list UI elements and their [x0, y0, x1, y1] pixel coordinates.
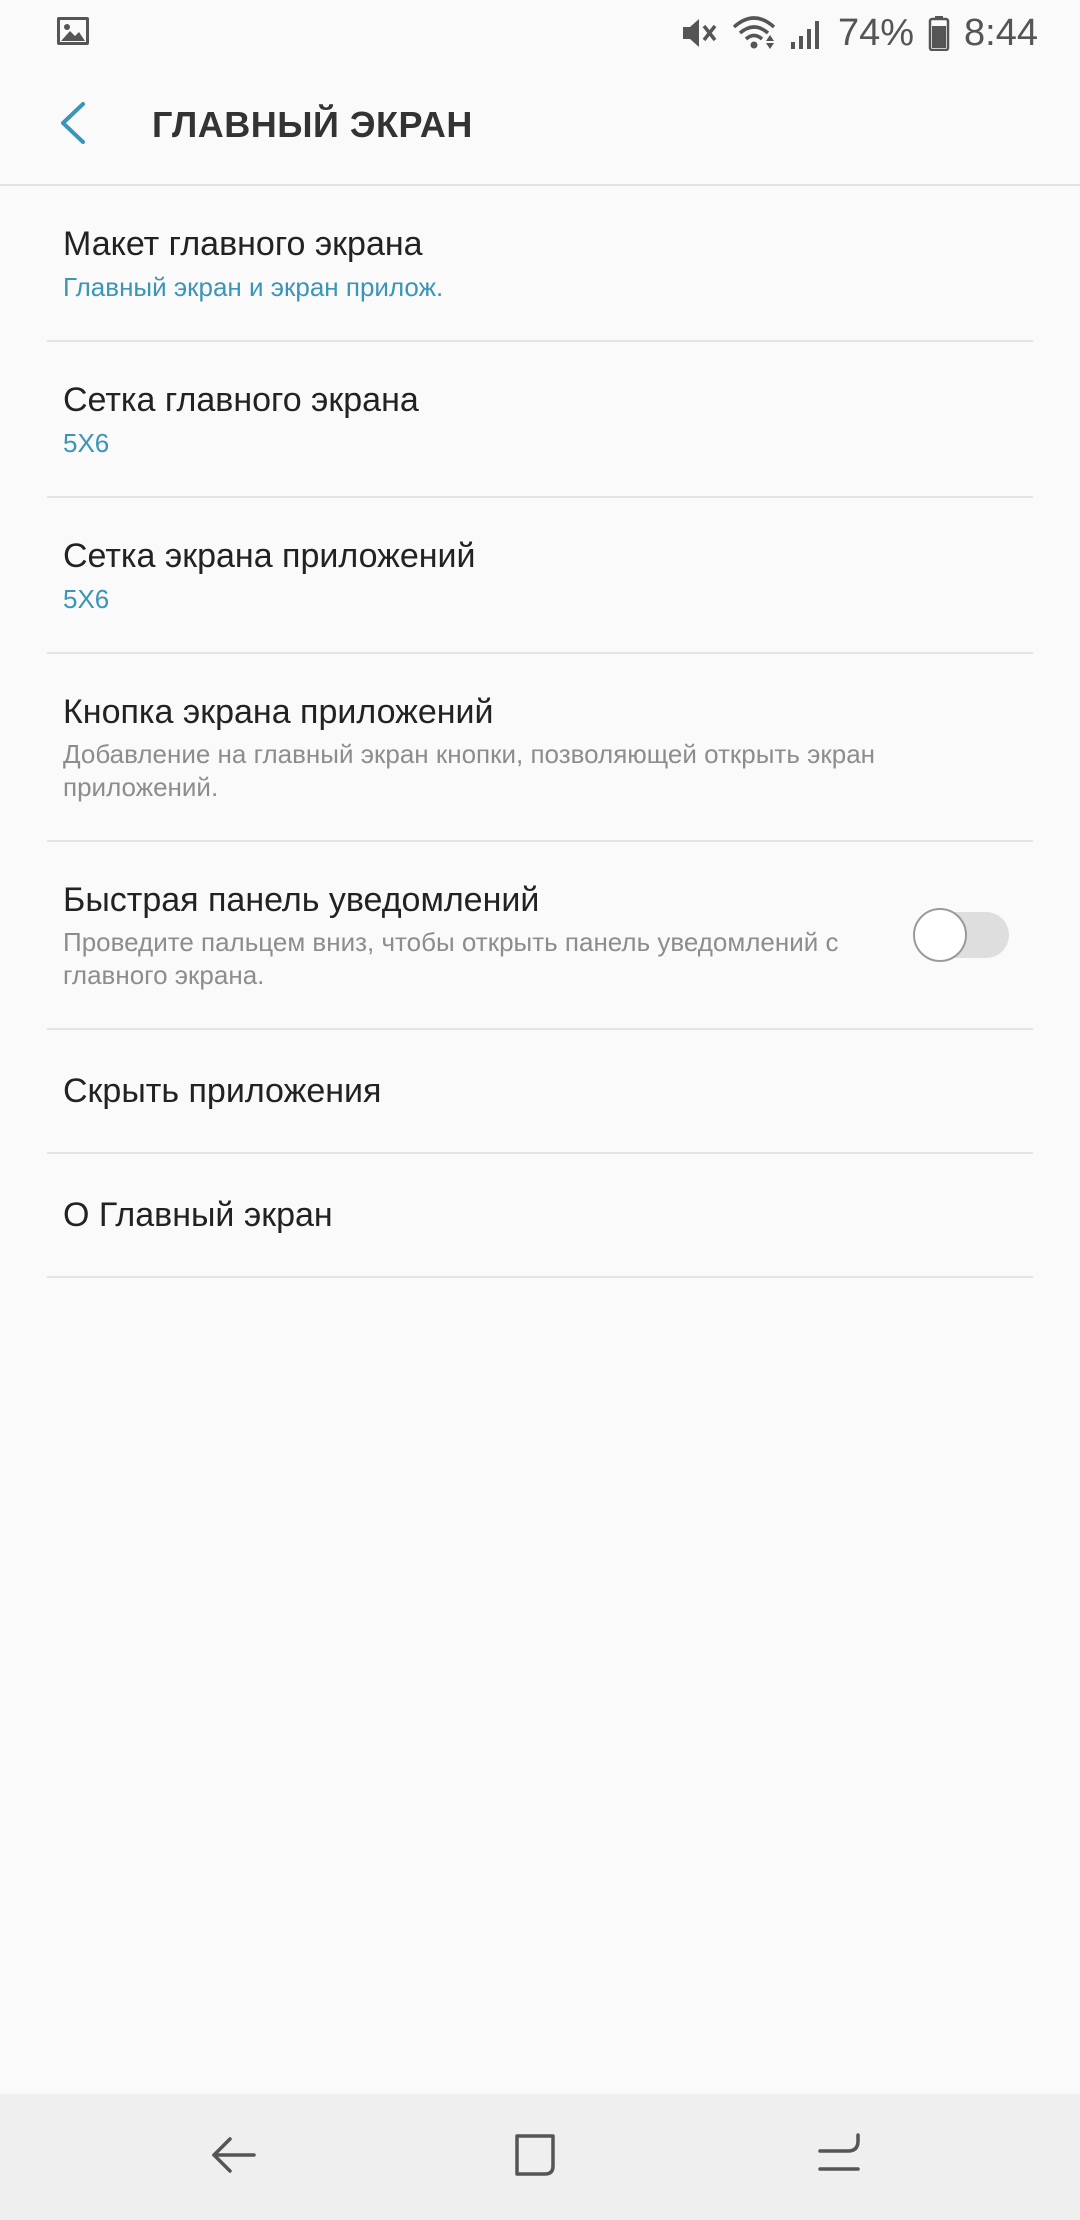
setting-description: Добавление на главный экран кнопки, позв… — [63, 739, 876, 802]
setting-title: Сетка экрана приложений — [63, 537, 476, 575]
battery-icon — [928, 15, 950, 51]
setting-home-screen-layout[interactable]: Макет главного экрана Главный экран и эк… — [47, 186, 1033, 342]
nav-home-icon — [513, 2132, 559, 2183]
battery-percent: 74% — [837, 11, 915, 54]
wifi-icon — [732, 15, 776, 51]
setting-value: 5X6 — [63, 428, 110, 458]
setting-title: Макет главного экрана — [63, 225, 423, 263]
setting-title: Быстрая панель уведомлений — [63, 881, 540, 919]
status-bar: 74% 8:44 — [0, 0, 1080, 66]
clock: 8:44 — [964, 11, 1038, 54]
gallery-notification-icon — [56, 16, 90, 51]
page-title: ГЛАВНЫЙ ЭКРАН — [152, 104, 473, 145]
navigation-bar — [0, 2094, 1080, 2220]
setting-value: 5X6 — [63, 584, 110, 614]
setting-about-home-screen[interactable]: О Главный экран — [47, 1154, 1033, 1278]
setting-value: Главный экран и экран прилож. — [63, 272, 444, 302]
nav-recents-icon — [816, 2132, 862, 2182]
mute-icon — [680, 15, 718, 51]
app-bar: ГЛАВНЫЙ ЭКРАН — [0, 66, 1080, 186]
setting-home-screen-grid[interactable]: Сетка главного экрана 5X6 — [47, 342, 1033, 498]
nav-back-button[interactable] — [198, 2122, 268, 2192]
signal-icon — [790, 16, 824, 50]
quick-panel-toggle[interactable] — [913, 908, 1009, 962]
nav-back-icon — [210, 2135, 256, 2180]
setting-apps-screen-grid[interactable]: Сетка экрана приложений 5X6 — [47, 498, 1033, 654]
setting-title: Кнопка экрана приложений — [63, 693, 494, 731]
setting-description: Проведите пальцем вниз, чтобы открыть па… — [63, 927, 839, 990]
setting-apps-button[interactable]: Кнопка экрана приложений Добавление на г… — [47, 654, 1033, 842]
back-button[interactable] — [28, 80, 118, 170]
settings-list: Макет главного экрана Главный экран и эк… — [47, 186, 1033, 1278]
nav-recents-button[interactable] — [804, 2122, 874, 2192]
nav-home-button[interactable] — [501, 2122, 571, 2192]
setting-title: Скрыть приложения — [63, 1072, 382, 1110]
toggle-knob — [913, 908, 967, 962]
setting-title: Сетка главного экрана — [63, 381, 419, 419]
setting-quick-notification-panel[interactable]: Быстрая панель уведомлений Проведите пал… — [47, 842, 1033, 1030]
setting-title: О Главный экран — [63, 1196, 333, 1234]
back-arrow-icon — [58, 101, 88, 150]
setting-hide-apps[interactable]: Скрыть приложения — [47, 1030, 1033, 1154]
